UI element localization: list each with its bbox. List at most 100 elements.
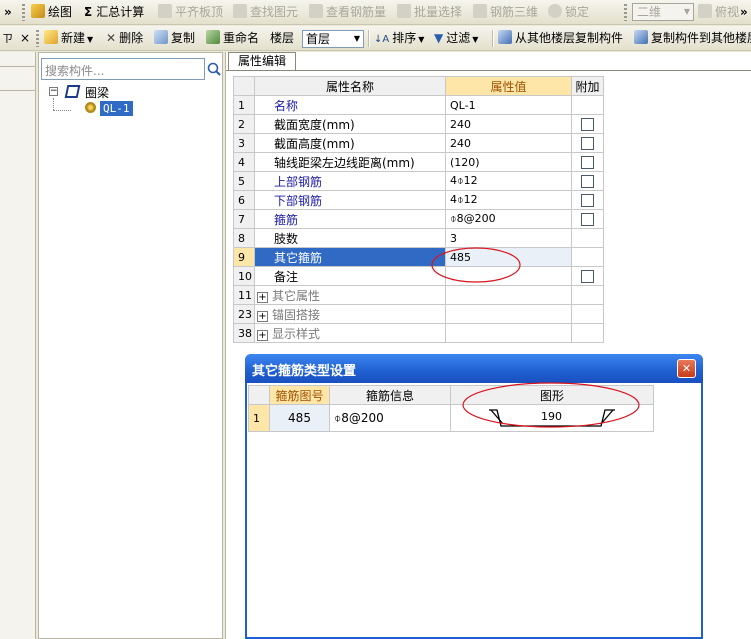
tree-node-ql1[interactable]: QL-1 [100,101,133,116]
pin-icon[interactable]: ㄗ [2,29,13,48]
property-table: 属性名称 属性值 附加 1 名称 QL-1 2 截面宽度(mm) 240 3 截面高度(mm)… [233,76,604,343]
extra-checkbox[interactable] [581,175,594,188]
lock-button[interactable]: 锁定 [548,3,589,22]
property-name-cell[interactable]: + 其它属性 [254,285,446,305]
property-row[interactable]: 10 备注 [233,266,604,286]
property-row[interactable]: 3 截面高度(mm) 240 [233,133,604,153]
property-row[interactable]: 38 + 显示样式 [233,323,604,343]
tab-underline [226,70,751,71]
find-element-label: 查找图元 [250,5,299,19]
tab-property-edit[interactable]: 属性编辑 [228,52,296,70]
funnel-icon: ▼ [434,31,444,45]
view-rebar-button[interactable]: 查看钢筋量 [309,3,386,22]
toolbar-grip-2[interactable] [624,4,627,21]
row-number: 5 [233,171,255,191]
rebar-view-icon [309,4,323,18]
property-row[interactable]: 1 名称 QL-1 [233,95,604,115]
floor-label: 楼层 [270,31,295,45]
stirrup-info-cell[interactable]: ⌽8@200 [329,404,451,432]
rename-button[interactable]: 重命名 [206,29,259,48]
search-icon[interactable] [206,58,222,80]
new-button[interactable]: 新建 ▼ [44,29,93,48]
delete-button[interactable]: ✕ 删除 [106,29,143,48]
extra-cell [571,266,604,286]
toolbar-separator [368,30,370,47]
batch-select-label: 批量选择 [414,5,463,19]
floor-select[interactable]: 首层 ▼ [302,30,364,48]
property-value-cell[interactable] [445,304,572,324]
batch-select-button[interactable]: 批量选择 [397,3,462,22]
find-element-button[interactable]: 查找图元 [233,3,298,22]
copy-to-floor-button[interactable]: 复制构件到其他楼层 [634,29,751,48]
sum-calc-button[interactable]: Σ 汇总计算 [84,3,144,22]
copy-from-floor-button[interactable]: 从其他楼层复制构件 [498,29,623,48]
search-placeholder: 搜索构件... [45,64,105,78]
expand-plus-icon[interactable]: + [257,291,268,303]
property-row[interactable]: 11 + 其它属性 [233,285,604,305]
extra-checkbox[interactable] [581,194,594,207]
expand-plus-icon[interactable]: + [257,310,268,322]
delete-label: 删除 [119,31,144,45]
extra-checkbox[interactable] [581,270,594,283]
property-row[interactable]: 2 截面宽度(mm) 240 [233,114,604,134]
property-row[interactable]: 23 + 锚固搭接 [233,304,604,324]
extra-cell [571,114,604,134]
property-row[interactable]: 8 肢数 3 [233,228,604,248]
property-name-cell: 上部钢筋 [254,171,446,191]
property-value-cell[interactable]: 4⌽12 [445,190,572,210]
property-value-cell[interactable]: QL-1 [445,95,572,115]
property-value-cell[interactable]: 240 [445,133,572,153]
copy-to-floor-label: 复制构件到其他楼层 [651,31,751,45]
view-angle-button[interactable]: 俯视 [698,3,739,22]
extra-cell [571,152,604,172]
property-row[interactable]: 9 其它箍筋 485 [233,247,604,267]
property-group-label: 显示样式 [272,326,321,341]
extra-checkbox[interactable] [581,213,594,226]
lock-icon [548,4,562,18]
property-name-cell[interactable]: + 锚固搭接 [254,304,446,324]
property-value-cell[interactable] [445,285,572,305]
level-slab-top-button[interactable]: 平齐板顶 [158,3,223,22]
property-value-cell[interactable]: 240 [445,114,572,134]
property-value-cell[interactable]: 4⌽12 [445,171,572,191]
search-input[interactable]: 搜索构件... [41,58,205,80]
row-number: 7 [233,209,255,229]
filter-label: 过滤 [446,31,471,45]
stirrup-code-header: 箍筋图号 [269,385,330,405]
property-name-cell[interactable]: + 显示样式 [254,323,446,343]
draw-label: 绘图 [48,5,73,19]
dialog-close-icon[interactable]: ✕ [677,359,696,378]
toolbar-overflow-left[interactable]: » [4,3,12,22]
view-mode-select[interactable]: 二维 ▼ [632,3,694,21]
property-row[interactable]: 4 轴线距梁左边线距离(mm) (120) [233,152,604,172]
toolbar-overflow-right[interactable]: » [740,3,748,22]
toolbar-grip[interactable] [22,4,25,21]
filter-button[interactable]: ▼ 过滤 ▼ [434,29,478,48]
close-panel-icon[interactable]: × [20,29,30,48]
stirrup-code-cell[interactable]: 485 [269,404,330,432]
tree-node-ring-beam[interactable]: 圈梁 [85,84,109,101]
row-number: 3 [233,133,255,153]
row-number-header [248,385,270,405]
new-label: 新建 [61,31,86,45]
property-row[interactable]: 6 下部钢筋 4⌽12 [233,190,604,210]
expand-plus-icon[interactable]: + [257,329,268,341]
extra-checkbox[interactable] [581,156,594,169]
extra-checkbox[interactable] [581,118,594,131]
property-value-cell[interactable]: (120) [445,152,572,172]
tree-collapse-toggle[interactable]: − [49,87,58,96]
toolbar-grip-3[interactable] [36,30,39,47]
draw-button[interactable]: 绘图 [31,3,72,22]
property-row[interactable]: 7 箍筋 ⌽8@200 [233,209,604,229]
row-number: 8 [233,228,255,248]
rename-label: 重命名 [223,31,260,45]
property-name-cell: 其它箍筋 [254,247,446,267]
rebar-3d-button[interactable]: 钢筋三维 [473,3,538,22]
copy-button[interactable]: 复制 [154,29,195,48]
sort-button[interactable]: ↓A 排序 ▼ [374,29,424,48]
property-value-cell[interactable]: ⌽8@200 [445,209,572,229]
delete-icon: ✕ [106,31,117,45]
property-row[interactable]: 5 上部钢筋 4⌽12 [233,171,604,191]
property-value-cell[interactable] [445,323,572,343]
extra-checkbox[interactable] [581,137,594,150]
